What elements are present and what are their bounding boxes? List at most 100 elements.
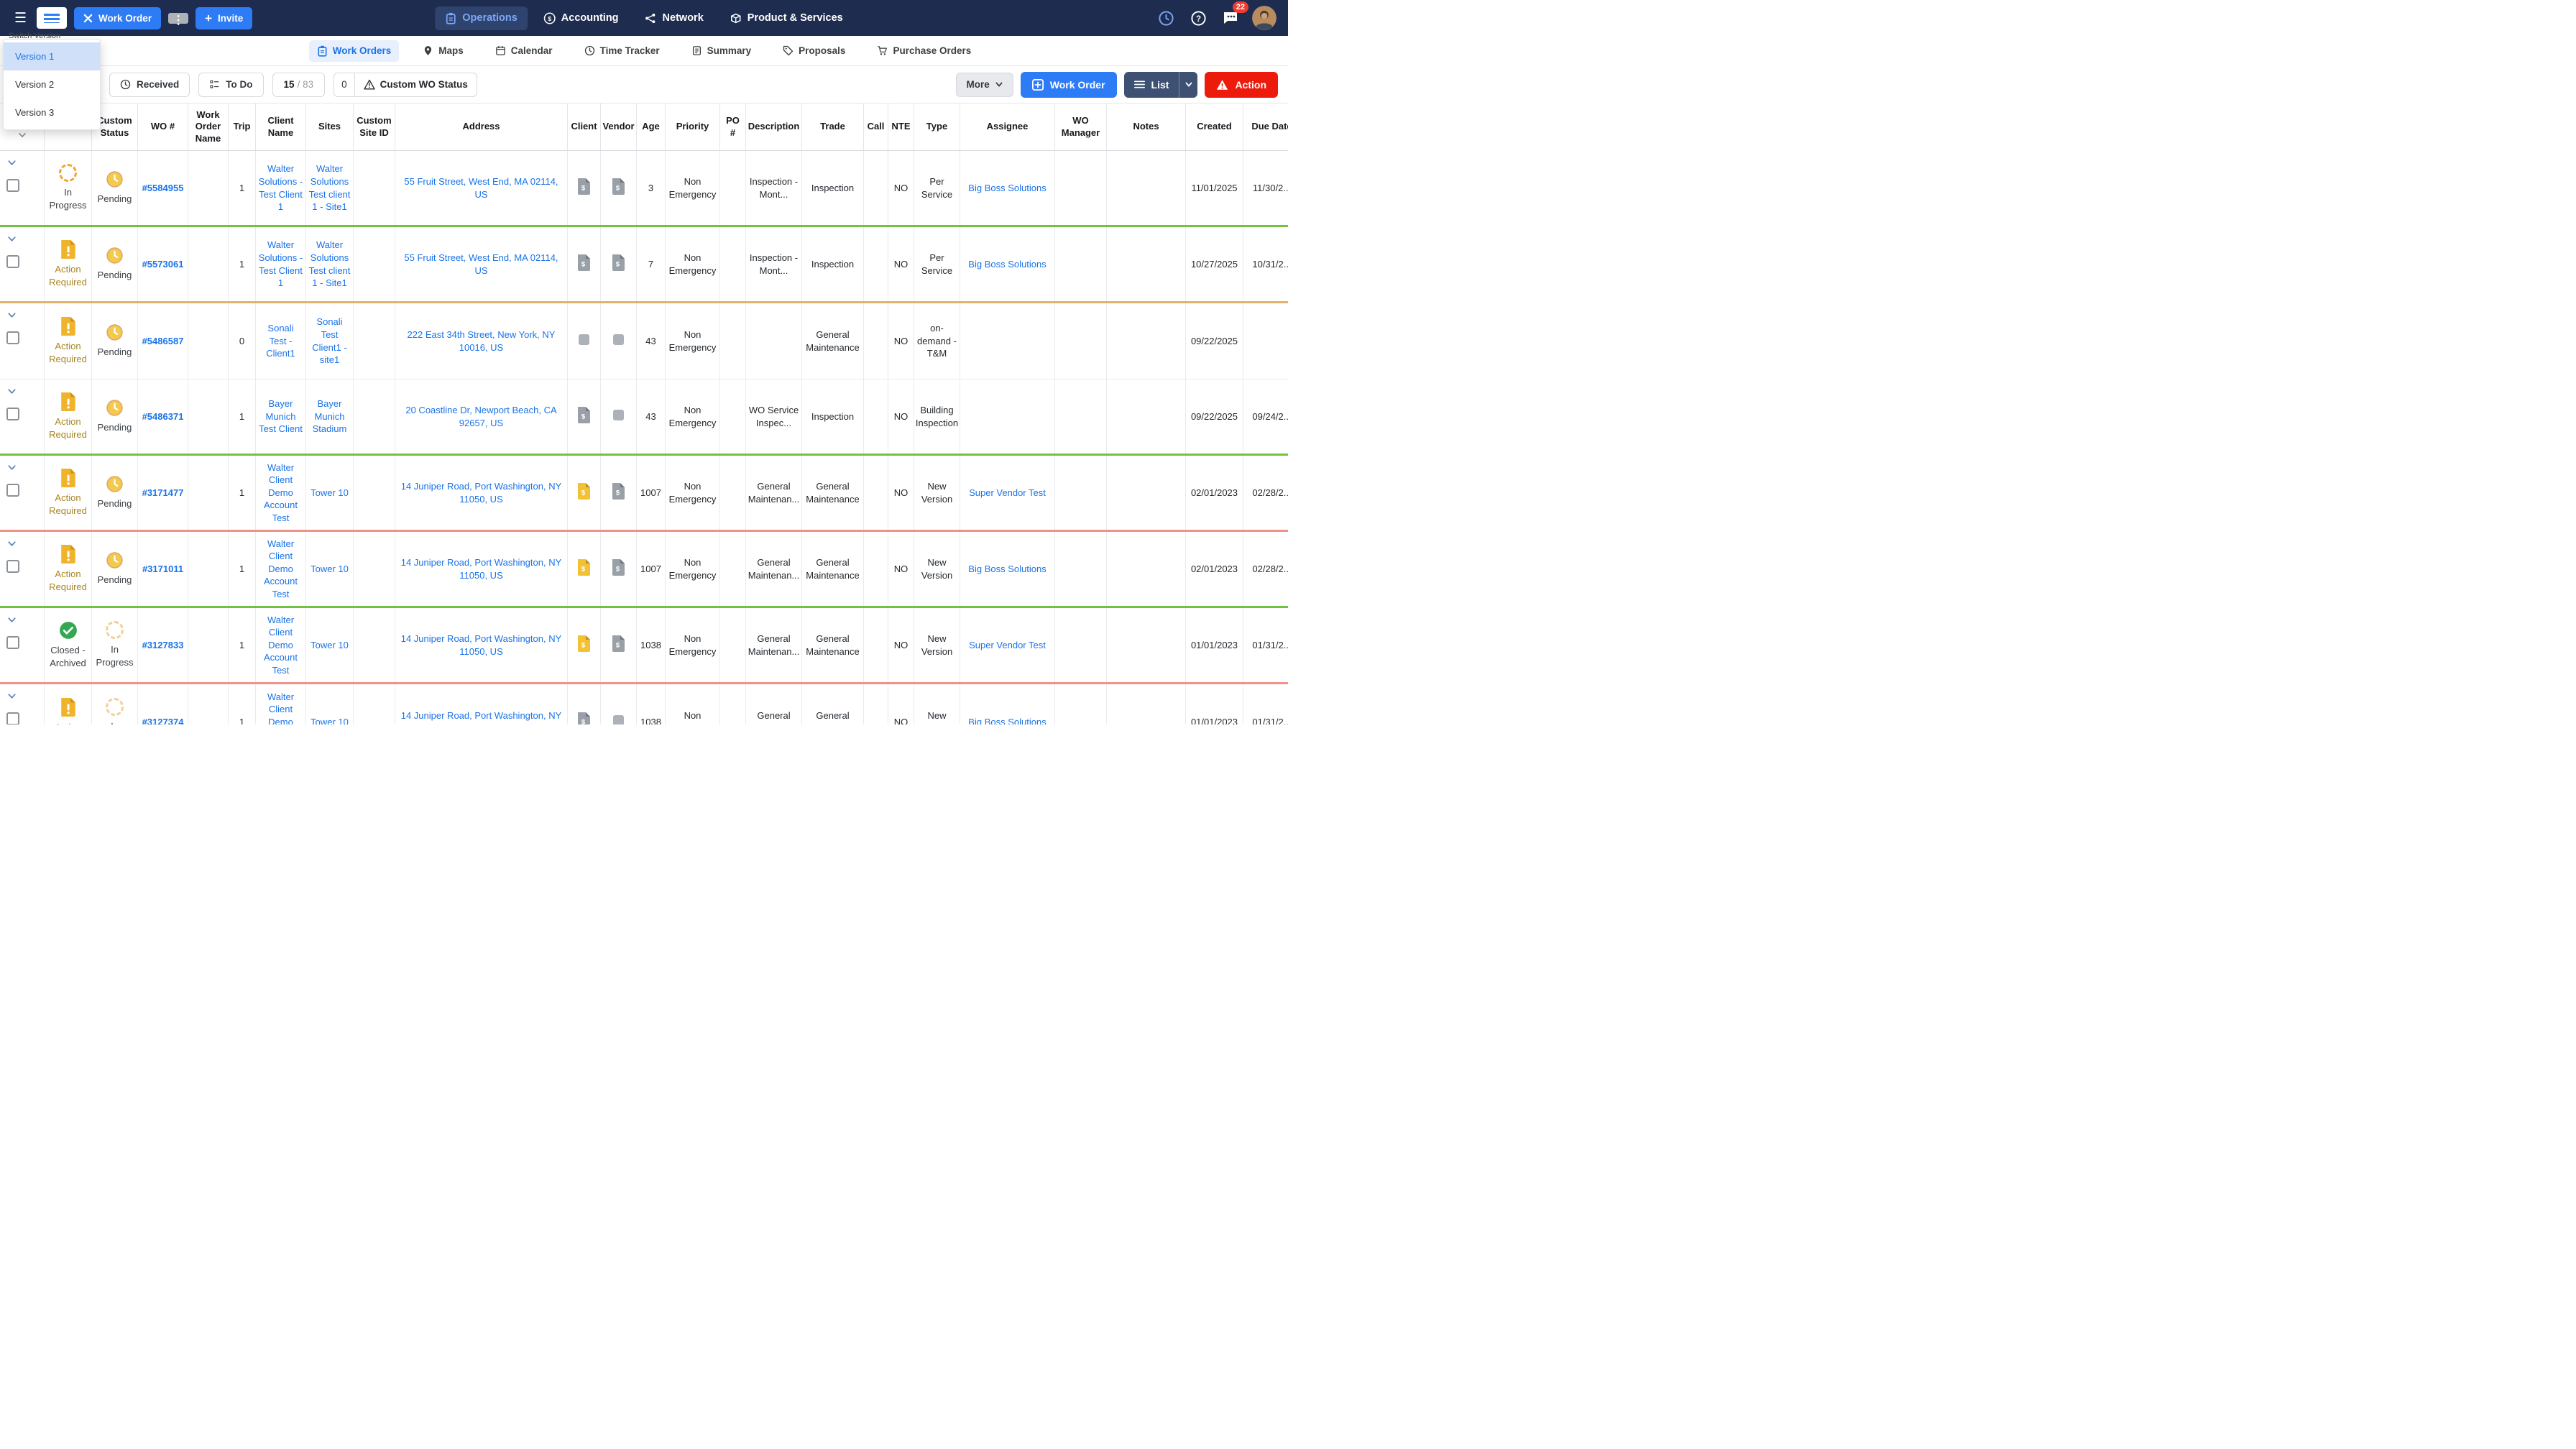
invoice-doc-icon[interactable]: $	[577, 559, 591, 579]
wo-number-link[interactable]: #3171011	[142, 563, 183, 576]
hamburger-menu-button[interactable]: ☰	[12, 9, 29, 28]
column-header-address[interactable]: Address	[395, 104, 568, 150]
row-checkbox[interactable]	[6, 484, 19, 497]
tab-time-tracker[interactable]: Time Tracker	[576, 40, 668, 61]
todo-filter-button[interactable]: To Do	[198, 73, 263, 97]
more-actions-button[interactable]: ⋮	[168, 13, 188, 24]
more-button[interactable]: More	[956, 73, 1013, 97]
wo-number-link[interactable]: #5584955	[142, 182, 184, 195]
placeholder-square-icon[interactable]	[613, 410, 624, 424]
expand-row-icon[interactable]	[6, 691, 17, 702]
expand-row-icon[interactable]	[6, 538, 17, 549]
wo-number-link[interactable]: #5486587	[142, 335, 184, 348]
site-link[interactable]: Walter Solutions Test client 1 - Site1	[308, 239, 351, 289]
invoice-doc-icon[interactable]: $	[577, 254, 591, 275]
column-header-type[interactable]: Type	[914, 104, 960, 150]
site-link[interactable]: Walter Solutions Test client 1 - Site1	[308, 162, 351, 213]
wo-number-link[interactable]: #3171477	[142, 487, 184, 500]
row-checkbox[interactable]	[6, 712, 19, 724]
invoice-doc-icon[interactable]: $	[577, 178, 591, 198]
custom-wo-status-button[interactable]: 0 Custom WO Status	[334, 73, 477, 97]
address-link[interactable]: 14 Juniper Road, Port Washington, NY 110…	[397, 632, 565, 658]
row-checkbox[interactable]	[6, 179, 19, 192]
assignee-link[interactable]: Super Vendor Test	[969, 639, 1046, 652]
new-work-order-button[interactable]: Work Order	[1021, 72, 1117, 98]
history-icon[interactable]	[1155, 7, 1177, 29]
expand-row-icon[interactable]	[6, 615, 17, 625]
site-link[interactable]: Sonali Test Client1 - site1	[308, 316, 351, 366]
address-link[interactable]: 14 Juniper Road, Port Washington, NY 110…	[397, 556, 565, 581]
address-link[interactable]: 14 Juniper Road, Port Washington, NY 110…	[397, 480, 565, 505]
placeholder-square-icon[interactable]	[613, 334, 624, 349]
tab-summary[interactable]: Summary	[684, 40, 760, 61]
expand-row-icon[interactable]	[6, 462, 17, 473]
column-header-wo_manager[interactable]: WO Manager	[1055, 104, 1107, 150]
expand-row-icon[interactable]	[6, 157, 17, 168]
list-view-dropdown[interactable]	[1179, 72, 1197, 98]
work-order-quick-button[interactable]: Work Order	[74, 7, 161, 29]
site-link[interactable]: Tower 10	[310, 716, 349, 724]
client-name-link[interactable]: Sonali Test - Client1	[258, 322, 303, 360]
column-header-due[interactable]: Due Date	[1243, 104, 1288, 150]
assignee-link[interactable]: Big Boss Solutions	[968, 258, 1046, 271]
placeholder-square-icon[interactable]	[613, 715, 624, 724]
column-header-assignee[interactable]: Assignee	[960, 104, 1055, 150]
invoice-doc-icon[interactable]: $	[612, 635, 625, 656]
column-header-custom_site_id[interactable]: Custom Site ID	[354, 104, 395, 150]
column-header-age[interactable]: Age	[637, 104, 666, 150]
invoice-doc-icon[interactable]: $	[612, 559, 625, 579]
column-header-trade[interactable]: Trade	[802, 104, 864, 150]
column-header-client[interactable]: Client	[568, 104, 601, 150]
invoice-doc-icon[interactable]: $	[577, 483, 591, 503]
address-link[interactable]: 14 Juniper Road, Port Washington, NY 110…	[397, 709, 565, 724]
column-header-call[interactable]: Call	[864, 104, 888, 150]
row-checkbox[interactable]	[6, 255, 19, 268]
help-icon[interactable]: ?	[1187, 7, 1209, 29]
assignee-link[interactable]: Big Boss Solutions	[968, 182, 1046, 195]
client-name-link[interactable]: Walter Client Demo Account Test	[258, 691, 303, 724]
row-checkbox[interactable]	[6, 636, 19, 649]
wo-number-link[interactable]: #5573061	[142, 258, 184, 271]
app-logo[interactable]	[37, 7, 67, 29]
client-name-link[interactable]: Walter Solutions - Test Client 1	[258, 239, 303, 289]
row-checkbox[interactable]	[6, 331, 19, 344]
column-header-priority[interactable]: Priority	[666, 104, 720, 150]
client-name-link[interactable]: Bayer Munich Test Client	[258, 397, 303, 436]
expand-row-icon[interactable]	[6, 386, 17, 397]
column-header-trip[interactable]: Trip	[229, 104, 256, 150]
wo-number-link[interactable]: #5486371	[142, 410, 184, 423]
invite-button[interactable]: + Invite	[196, 7, 252, 29]
address-link[interactable]: 55 Fruit Street, West End, MA 02114, US	[397, 175, 565, 201]
client-name-link[interactable]: Walter Client Demo Account Test	[258, 461, 303, 525]
assignee-link[interactable]: Super Vendor Test	[969, 487, 1046, 500]
row-checkbox[interactable]	[6, 560, 19, 573]
header-sort-caret-icon[interactable]	[17, 130, 27, 140]
assignee-link[interactable]: Big Boss Solutions	[968, 716, 1046, 724]
assignee-link[interactable]: Big Boss Solutions	[968, 563, 1046, 576]
tab-calendar[interactable]: Calendar	[487, 40, 561, 61]
list-view-button[interactable]: List	[1124, 72, 1198, 98]
address-link[interactable]: 55 Fruit Street, West End, MA 02114, US	[397, 252, 565, 277]
invoice-doc-icon[interactable]: $	[577, 407, 591, 427]
placeholder-square-icon[interactable]	[579, 334, 589, 349]
nav-network[interactable]: Network	[635, 6, 714, 30]
column-header-wo_name[interactable]: Work Order Name	[188, 104, 229, 150]
invoice-doc-icon[interactable]: $	[577, 712, 591, 724]
nav-operations[interactable]: Operations	[435, 6, 528, 30]
tab-purchase-orders[interactable]: Purchase Orders	[869, 40, 979, 61]
invoice-doc-icon[interactable]: $	[577, 635, 591, 656]
site-link[interactable]: Tower 10	[310, 487, 349, 500]
row-checkbox[interactable]	[6, 408, 19, 420]
column-header-po[interactable]: PO #	[720, 104, 746, 150]
address-link[interactable]: 20 Coastline Dr, Newport Beach, CA 92657…	[397, 404, 565, 429]
action-button[interactable]: Action	[1205, 72, 1278, 98]
menu-item-version-2[interactable]: Version 2	[4, 70, 100, 98]
wo-number-link[interactable]: #3127833	[142, 639, 184, 652]
site-link[interactable]: Tower 10	[310, 563, 349, 576]
invoice-doc-icon[interactable]: $	[612, 254, 625, 275]
site-link[interactable]: Bayer Munich Stadium	[308, 397, 351, 436]
nav-accounting[interactable]: $ Accounting	[533, 6, 629, 30]
tab-proposals[interactable]: Proposals	[775, 40, 853, 61]
tab-maps[interactable]: Maps	[415, 40, 472, 61]
column-header-description[interactable]: Description	[746, 104, 802, 150]
